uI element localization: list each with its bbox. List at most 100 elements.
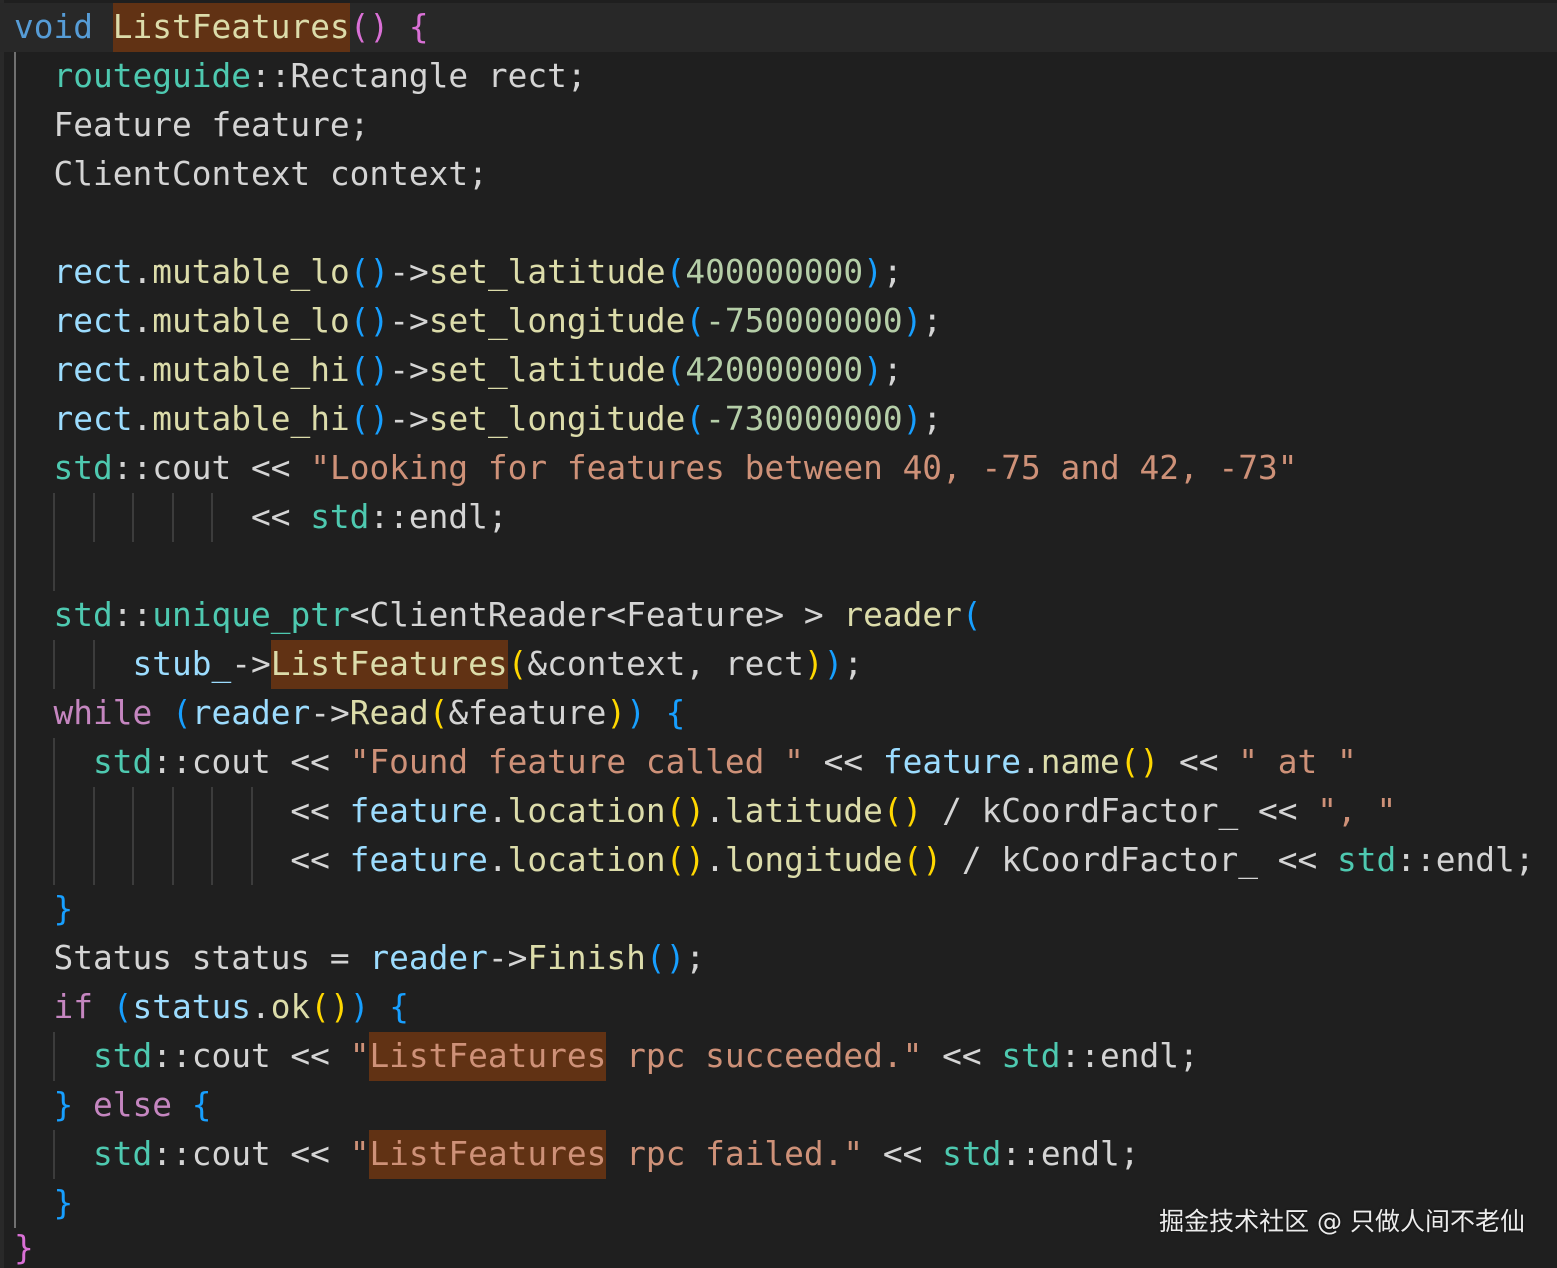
bracket-token: ) [823, 645, 844, 683]
function-name-token: ok [270, 988, 311, 1026]
plain-code-token: ::cout << [152, 1135, 350, 1173]
code-line[interactable]: << std::endl; [0, 493, 1557, 542]
plain-code-token: &context, rect [527, 645, 804, 683]
function-name-token: set_longitude [428, 302, 686, 340]
indent-guide [132, 836, 135, 885]
plain-code-token: . [705, 841, 725, 879]
function-name-token: latitude [724, 792, 883, 830]
indent-guide [53, 1032, 56, 1081]
bracket-token: () [665, 792, 706, 830]
code-text-area[interactable]: void ListFeatures() { routeguide::Rectan… [0, 3, 1557, 1268]
plain-code-token: ::Rectangle rect; [250, 57, 587, 95]
plain-code-token: << [14, 841, 350, 879]
code-line[interactable]: std::cout << "Found feature called " << … [0, 738, 1557, 787]
function-name-token: set_latitude [428, 351, 666, 389]
type-namespace-token: std [14, 596, 113, 634]
find-match-highlight: ListFeatures [369, 1032, 607, 1081]
bracket-token: ) [902, 302, 923, 340]
bracket-token: ) [902, 400, 923, 438]
bracket-token: } [14, 1229, 34, 1267]
code-line[interactable]: << feature.location().longitude() / kCoo… [0, 836, 1557, 885]
bracket-token: } [14, 890, 74, 928]
string-literal-token: "Found feature called " [349, 743, 804, 781]
plain-code-token: Feature feature; [14, 106, 370, 144]
code-line[interactable]: rect.mutable_hi()->set_latitude(42000000… [0, 346, 1557, 395]
indent-guide [92, 493, 95, 542]
bracket-token: ( [171, 694, 192, 732]
code-line[interactable]: rect.mutable_lo()->set_longitude(-750000… [0, 297, 1557, 346]
code-line[interactable] [0, 542, 1557, 591]
variable-token: rect [14, 302, 133, 340]
code-line[interactable]: routeguide::Rectangle rect; [0, 52, 1557, 101]
variable-token: reader [191, 694, 311, 732]
plain-code-token: -> [231, 645, 271, 683]
bracket-token: ( [665, 351, 686, 389]
code-line[interactable]: } else { [0, 1081, 1557, 1130]
code-line[interactable]: void ListFeatures() { [0, 3, 1557, 52]
code-line[interactable]: rect.mutable_lo()->set_latitude(40000000… [0, 248, 1557, 297]
watermark-text: 掘金技术社区 @ 只做人间不老仙 [1159, 1207, 1525, 1236]
code-line[interactable]: std::unique_ptr<ClientReader<Feature> > … [0, 591, 1557, 640]
type-namespace-token: std [14, 449, 113, 487]
plain-code-token: Status status = [14, 939, 370, 977]
string-literal-token: " [349, 1037, 370, 1075]
code-line[interactable]: if (status.ok()) { [0, 983, 1557, 1032]
code-line[interactable]: std::cout << "Looking for features betwe… [0, 444, 1557, 493]
code-line[interactable]: std::cout << "ListFeatures rpc succeeded… [0, 1032, 1557, 1081]
plain-code-token: << [863, 1135, 943, 1173]
indent-guide [53, 738, 56, 787]
number-literal-token: -730000000 [705, 400, 903, 438]
plain-code-token: -> [389, 400, 429, 438]
variable-token: feature [349, 841, 488, 879]
code-line[interactable]: Feature feature; [0, 101, 1557, 150]
indent-guide [171, 787, 174, 836]
bracket-token: } [14, 1086, 93, 1124]
code-line[interactable]: while (reader->Read(&feature)) { [0, 689, 1557, 738]
type-namespace-token: std [14, 1135, 153, 1173]
find-match-highlight: ListFeatures [270, 640, 508, 689]
variable-token: rect [14, 400, 133, 438]
indent-guide [53, 787, 56, 836]
code-line[interactable]: << feature.location().latitude() / kCoor… [0, 787, 1557, 836]
code-line[interactable]: Status status = reader->Finish(); [0, 934, 1557, 983]
bracket-token: ) [863, 253, 883, 291]
indent-guide [211, 493, 214, 542]
indent-guide [92, 836, 95, 885]
plain-code-token: / kCoordFactor_ << [942, 841, 1337, 879]
plain-code-token: . [487, 792, 508, 830]
indent-guide [53, 836, 56, 885]
bracket-token: () [1119, 743, 1160, 781]
plain-code-token: -> [389, 302, 429, 340]
code-line[interactable]: std::cout << "ListFeatures rpc failed." … [0, 1130, 1557, 1179]
indent-guide [250, 787, 253, 836]
code-editor[interactable]: void ListFeatures() { routeguide::Rectan… [0, 0, 1557, 1268]
type-namespace-token: std [1001, 1037, 1061, 1075]
code-line[interactable]: stub_->ListFeatures(&context, rect)); [0, 640, 1557, 689]
plain-code-token: -> [389, 253, 429, 291]
bracket-token: ( [685, 400, 706, 438]
number-literal-token: 400000000 [685, 253, 864, 291]
code-line[interactable]: rect.mutable_hi()->set_longitude(-730000… [0, 395, 1557, 444]
plain-code-token: ; [882, 253, 903, 291]
code-line[interactable] [0, 199, 1557, 248]
indent-guide [171, 493, 174, 542]
function-name-token: set_longitude [428, 400, 686, 438]
plain-code-token: ::endl; [1001, 1135, 1140, 1173]
plain-code-token: ClientContext context; [14, 155, 488, 193]
plain-code-token: ::endl; [369, 498, 508, 536]
indent-guide [53, 493, 56, 542]
plain-code-token: << [1159, 743, 1239, 781]
plain-code-token: . [132, 400, 153, 438]
string-literal-token: " at " [1238, 743, 1357, 781]
code-line[interactable]: } [0, 885, 1557, 934]
find-match-highlight: ListFeatures [112, 3, 350, 52]
indent-guide [132, 787, 135, 836]
number-literal-token: -750000000 [705, 302, 903, 340]
plain-code-token: -> [487, 939, 528, 977]
function-name-token: mutable_hi [152, 351, 350, 389]
plain-code-token: ; [882, 351, 903, 389]
variable-token: rect [14, 351, 133, 389]
code-line[interactable]: ClientContext context; [0, 150, 1557, 199]
bracket-token: ) [606, 694, 627, 732]
plain-code-token: . [132, 302, 153, 340]
